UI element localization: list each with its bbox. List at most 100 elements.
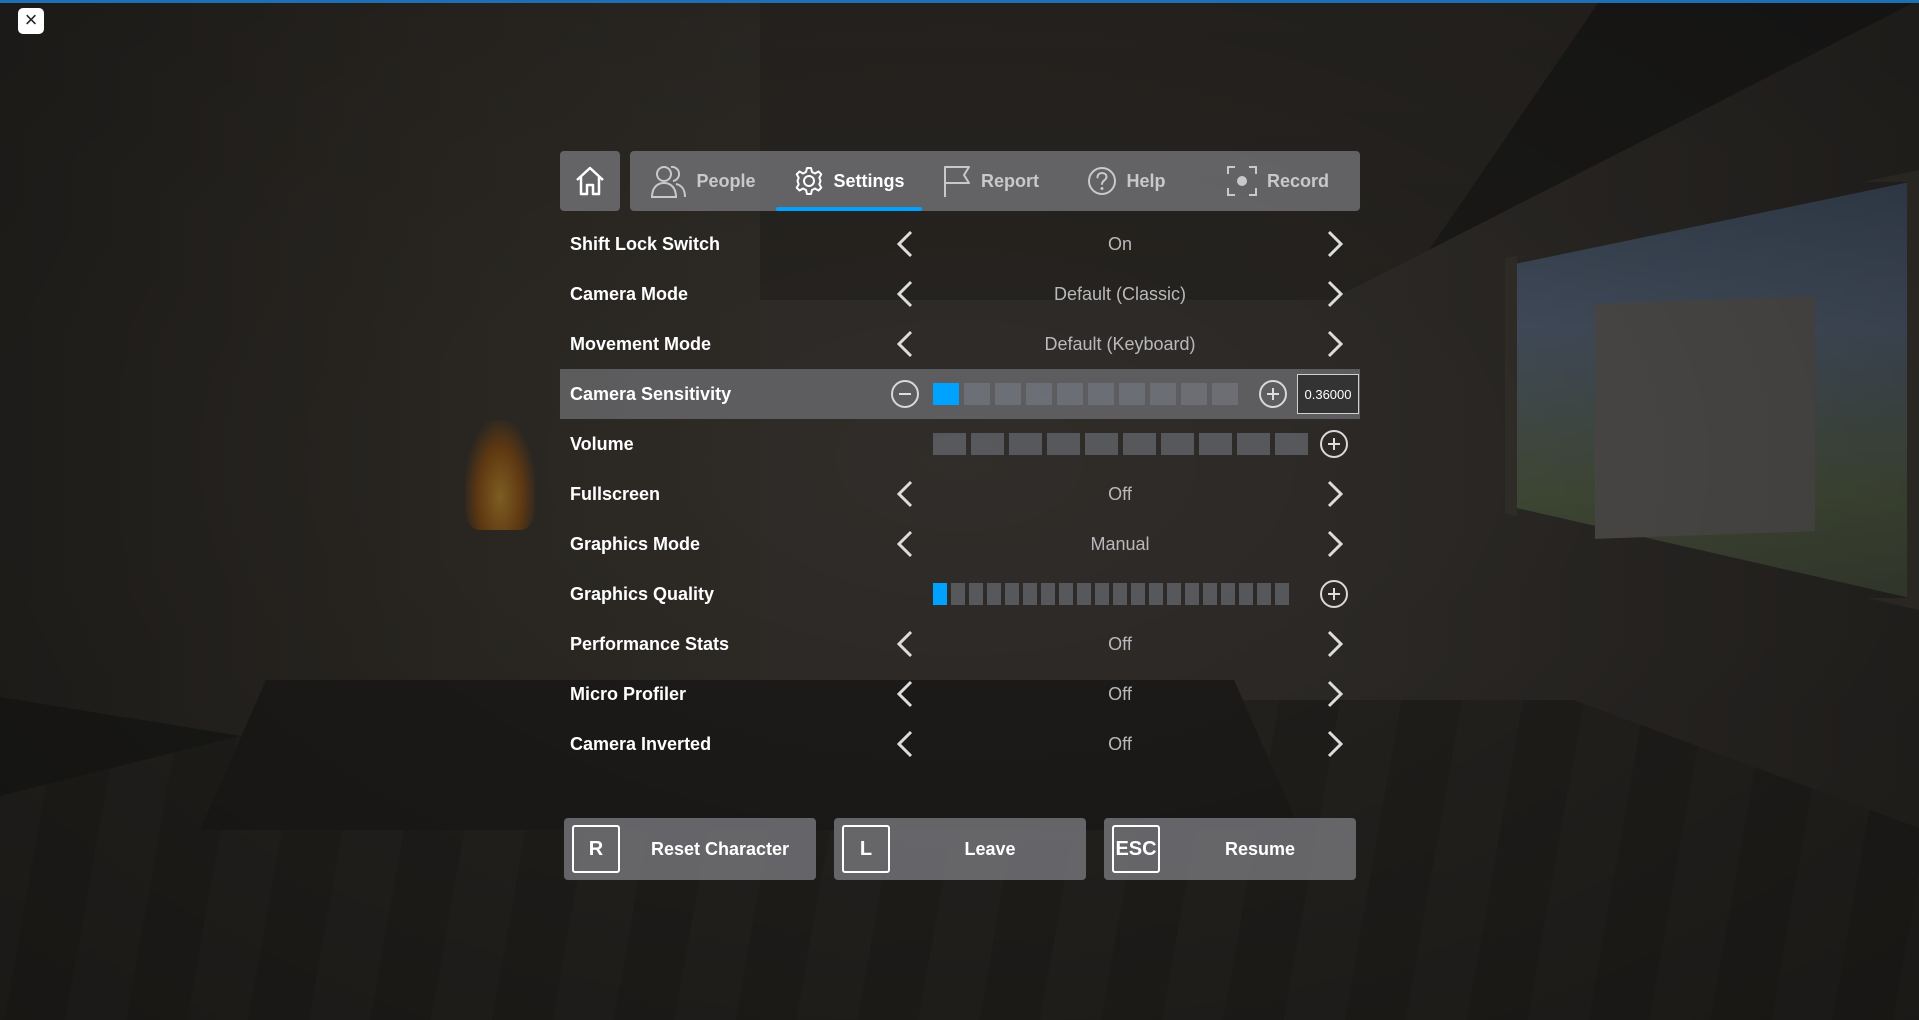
previous-option-button[interactable] [890,679,920,709]
slider-segment[interactable] [951,583,965,605]
tab-record-label: Record [1266,170,1329,191]
previous-option-button[interactable] [890,229,920,259]
tab-settings[interactable]: Settings [776,151,922,211]
slider-segment[interactable] [1131,583,1145,605]
chevron-right-icon [1327,280,1344,308]
leave-button[interactable]: L Leave [834,818,1086,880]
slider-segment[interactable] [1095,583,1109,605]
tab-help[interactable]: Help [1058,151,1194,211]
setting-camera-inverted: Camera Inverted Off [560,719,1360,769]
previous-option-button[interactable] [890,479,920,509]
slider-segment[interactable] [1161,433,1194,455]
slider-segment[interactable] [987,583,1001,605]
next-option-button[interactable] [1320,729,1350,759]
camera-sensitivity-slider[interactable] [933,383,1238,405]
next-option-button[interactable] [1320,329,1350,359]
setting-label: Volume [570,433,634,454]
setting-volume: Volume [560,419,1360,469]
slider-segment[interactable] [1026,383,1052,405]
next-option-button[interactable] [1320,279,1350,309]
slider-segment[interactable] [933,583,947,605]
plus-icon [1328,588,1340,600]
slider-segment[interactable] [969,583,983,605]
slider-segment[interactable] [1212,383,1238,405]
slider-segment[interactable] [1057,383,1083,405]
tab-report[interactable]: Report [922,151,1058,211]
resume-label: Resume [1224,838,1296,859]
slider-segment[interactable] [1275,433,1308,455]
next-option-button[interactable] [1320,229,1350,259]
setting-value: Off [1108,683,1132,704]
slider-segment[interactable] [1077,583,1091,605]
minus-icon [899,393,911,395]
slider-segment[interactable] [1047,433,1080,455]
sensitivity-value-input[interactable]: 0.36000 [1297,374,1359,414]
slider-segment[interactable] [1005,583,1019,605]
slider-segment[interactable] [1181,383,1207,405]
slider-segment[interactable] [933,433,966,455]
previous-option-button[interactable] [890,279,920,309]
setting-camera-mode: Camera Mode Default (Classic) [560,269,1360,319]
slider-segment[interactable] [1185,583,1199,605]
setting-label: Camera Sensitivity [570,383,732,404]
resume-button[interactable]: ESC Resume [1104,818,1356,880]
slider-segment[interactable] [964,383,990,405]
next-option-button[interactable] [1320,479,1350,509]
previous-option-button[interactable] [890,529,920,559]
next-option-button[interactable] [1320,629,1350,659]
tab-report-label: Report [981,170,1039,191]
home-button[interactable] [560,151,620,211]
setting-label: Movement Mode [570,333,712,354]
slider-segment[interactable] [1257,583,1271,605]
slider-segment[interactable] [1059,583,1073,605]
slider-segment[interactable] [1275,583,1289,605]
slider-segment[interactable] [1167,583,1181,605]
increase-button[interactable] [1320,430,1348,458]
slider-segment[interactable] [933,383,959,405]
record-icon [1226,166,1257,196]
setting-label: Shift Lock Switch [570,233,721,254]
slider-segment[interactable] [1009,433,1042,455]
increase-button[interactable] [1259,380,1287,408]
slider-segment[interactable] [1221,583,1235,605]
slider-segment[interactable] [1203,583,1217,605]
slider-segment[interactable] [1113,583,1127,605]
home-icon [576,166,604,196]
setting-label: Performance Stats [570,633,730,654]
reset-character-label: Reset Character [650,838,790,859]
slider-segment[interactable] [1199,433,1232,455]
next-option-button[interactable] [1320,529,1350,559]
slider-segment[interactable] [1088,383,1114,405]
slider-segment[interactable] [1119,383,1145,405]
previous-option-button[interactable] [890,629,920,659]
slider-segment[interactable] [971,433,1004,455]
slider-segment[interactable] [1041,583,1055,605]
volume-slider[interactable] [933,433,1308,455]
slider-segment[interactable] [1237,433,1270,455]
tab-record[interactable]: Record [1194,151,1360,211]
next-option-button[interactable] [1320,679,1350,709]
slider-segment[interactable] [1123,433,1156,455]
slider-segment[interactable] [1085,433,1118,455]
plus-icon [1267,388,1279,400]
chevron-left-icon [896,230,913,258]
setting-value: Off [1108,633,1132,654]
slider-segment[interactable] [1023,583,1037,605]
close-button[interactable]: × [18,8,44,34]
slider-segment[interactable] [1150,383,1176,405]
decrease-button[interactable] [891,380,919,408]
slider-segment[interactable] [995,383,1021,405]
slider-segment[interactable] [1149,583,1163,605]
chevron-right-icon [1327,230,1344,258]
setting-label: Camera Inverted [570,733,712,754]
slider-segment[interactable] [1239,583,1253,605]
reset-character-button[interactable]: R Reset Character [564,818,816,880]
graphics-quality-slider[interactable] [933,583,1289,605]
chevron-right-icon [1327,330,1344,358]
previous-option-button[interactable] [890,329,920,359]
increase-button[interactable] [1320,580,1348,608]
setting-movement-mode: Movement Mode Default (Keyboard) [560,319,1360,369]
previous-option-button[interactable] [890,729,920,759]
tab-people[interactable]: People [630,151,776,211]
setting-value: Default (Classic) [1053,283,1187,304]
